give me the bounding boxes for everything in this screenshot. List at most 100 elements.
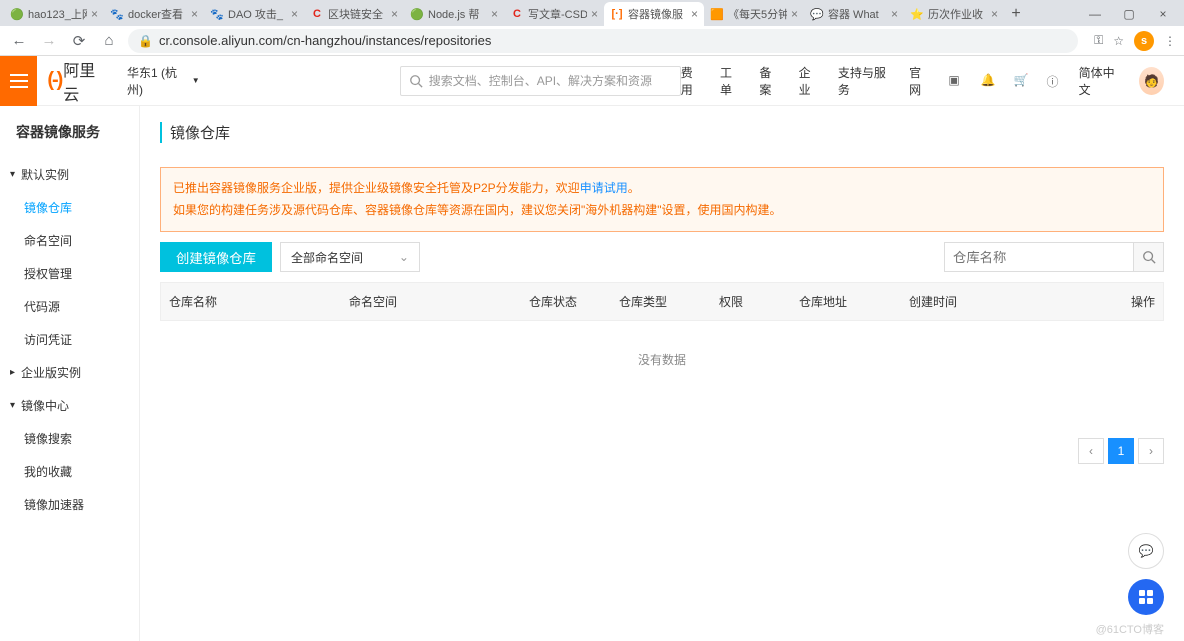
profile-badge[interactable]: s xyxy=(1134,31,1154,51)
region-label: 华东1 (杭州) xyxy=(127,64,188,98)
sidebar-group-enterprise[interactable]: ▸企业版实例 xyxy=(0,356,139,389)
browser-tab[interactable]: C区块链安全× xyxy=(304,2,404,26)
favicon: 🟢 xyxy=(410,7,424,21)
col-address: 仓库地址 xyxy=(791,283,901,320)
nav-icp[interactable]: 备案 xyxy=(759,64,780,98)
sidebar-item-namespaces[interactable]: 命名空间 xyxy=(0,224,139,257)
user-avatar[interactable]: 🧑 xyxy=(1139,67,1164,95)
browser-tab[interactable]: ⭐历次作业收× xyxy=(904,2,1004,26)
help-icon[interactable]: ⓘ xyxy=(1046,73,1060,89)
search-placeholder: 搜索文档、控制台、API、解决方案和资源 xyxy=(429,72,652,89)
window-controls: — ▢ × xyxy=(1078,2,1180,26)
apps-grid-icon xyxy=(1138,589,1154,605)
tab-close-icon[interactable]: × xyxy=(391,7,398,21)
logo-text: 阿里云 xyxy=(63,57,107,105)
favicon: 💬 xyxy=(810,7,824,21)
tab-close-icon[interactable]: × xyxy=(591,7,598,21)
sidebar-item-code-source[interactable]: 代码源 xyxy=(0,290,139,323)
browser-tab[interactable]: 🟢Node.js 帮× xyxy=(404,2,504,26)
menu-toggle-button[interactable] xyxy=(0,56,37,106)
browser-tab-active[interactable]: [·]容器镜像服× xyxy=(604,2,704,26)
global-search-input[interactable]: 搜索文档、控制台、API、解决方案和资源 xyxy=(400,66,681,96)
chat-support-button[interactable]: 💬 xyxy=(1128,533,1164,569)
forward-button[interactable]: → xyxy=(38,30,60,52)
new-tab-button[interactable]: + xyxy=(1004,2,1028,26)
tab-close-icon[interactable]: × xyxy=(91,7,98,21)
browser-tab[interactable]: 🐾 DAO 攻击_ × xyxy=(204,2,304,26)
tab-close-icon[interactable]: × xyxy=(891,7,898,21)
cloudshell-icon[interactable]: ▣ xyxy=(948,73,962,89)
back-button[interactable]: ← xyxy=(8,30,30,52)
window-minimize-icon[interactable]: — xyxy=(1078,2,1112,26)
search-icon xyxy=(1142,250,1156,264)
tab-close-icon[interactable]: × xyxy=(791,7,798,21)
notification-icon[interactable]: 🔔 xyxy=(981,73,996,89)
nav-expenses[interactable]: 费用 xyxy=(681,64,702,98)
notice-text: 已推出容器镜像服务企业版，提供企业级镜像安全托管及P2P分发能力，欢迎 xyxy=(173,181,580,195)
nav-support[interactable]: 支持与服务 xyxy=(838,64,891,98)
page-title: 镜像仓库 xyxy=(160,122,1164,143)
home-button[interactable]: ⌂ xyxy=(98,30,120,52)
page-number-button[interactable]: 1 xyxy=(1108,438,1134,464)
sidebar-item-credentials[interactable]: 访问凭证 xyxy=(0,323,139,356)
repo-name-filter-input[interactable] xyxy=(944,242,1134,272)
tab-title: docker查看 xyxy=(128,6,187,22)
star-icon[interactable]: ☆ xyxy=(1113,34,1124,48)
tab-title: 历次作业收 xyxy=(928,6,987,22)
url-input[interactable]: 🔒 cr.console.aliyun.com/cn-hangzhou/inst… xyxy=(128,29,1078,53)
toolbar: 创建镜像仓库 全部命名空间 ⌄ xyxy=(160,242,1164,272)
logo-bracket-icon: (-) xyxy=(47,69,61,92)
favicon: 🟢 xyxy=(10,7,24,21)
sidebar-group-default[interactable]: 默认实例 xyxy=(0,158,139,191)
window-maximize-icon[interactable]: ▢ xyxy=(1112,2,1146,26)
lock-icon: 🔒 xyxy=(138,34,153,48)
sidebar-item-favorites[interactable]: 我的收藏 xyxy=(0,455,139,488)
browser-tab[interactable]: 🐾docker查看× xyxy=(104,2,204,26)
notice-link[interactable]: 申请试用 xyxy=(580,181,628,195)
sidebar-item-authorization[interactable]: 授权管理 xyxy=(0,257,139,290)
tab-title: DAO 攻击_ xyxy=(228,6,287,22)
favicon: 🐾 xyxy=(210,7,224,21)
sidebar-item-accelerator[interactable]: 镜像加速器 xyxy=(0,488,139,521)
repo-table: 仓库名称 命名空间 仓库状态 仓库类型 权限 仓库地址 创建时间 操作 没有数据 xyxy=(160,282,1164,398)
tab-close-icon[interactable]: × xyxy=(991,7,998,21)
browser-tab[interactable]: C写文章-CSD× xyxy=(504,2,604,26)
sidebar-item-image-search[interactable]: 镜像搜索 xyxy=(0,422,139,455)
create-repo-button[interactable]: 创建镜像仓库 xyxy=(160,242,272,272)
region-selector[interactable]: 华东1 (杭州) ▼ xyxy=(127,64,200,98)
search-button[interactable] xyxy=(1134,242,1164,272)
nav-tickets[interactable]: 工单 xyxy=(720,64,741,98)
logo[interactable]: (-) 阿里云 xyxy=(47,57,107,105)
sidebar-group-image-center[interactable]: 镜像中心 xyxy=(0,389,139,422)
tab-title: 容器镜像服 xyxy=(628,6,687,22)
sidebar-item-repositories[interactable]: 镜像仓库 xyxy=(0,191,139,224)
cart-icon[interactable]: 🛒 xyxy=(1013,73,1028,89)
tab-close-icon[interactable]: × xyxy=(491,7,498,21)
browser-tab[interactable]: 🟢 hao123_上网 × xyxy=(4,2,104,26)
tab-close-icon[interactable]: × xyxy=(291,7,298,21)
sidebar-title: 容器镜像服务 xyxy=(0,106,139,158)
browser-tab[interactable]: 🟧《每天5分钟× xyxy=(704,2,804,26)
page-next-button[interactable]: › xyxy=(1138,438,1164,464)
chevron-down-icon: ⌄ xyxy=(399,250,409,264)
key-icon[interactable]: ⚿ xyxy=(1094,33,1103,48)
tab-title: hao123_上网 xyxy=(28,6,87,22)
chat-icon: 💬 xyxy=(1139,544,1154,558)
nav-home[interactable]: 官网 xyxy=(909,64,930,98)
language-selector[interactable]: 简体中文 xyxy=(1079,64,1122,98)
menu-icon[interactable]: ⋮ xyxy=(1164,34,1176,48)
notice-text: 。 xyxy=(628,181,640,195)
page-prev-button[interactable]: ‹ xyxy=(1078,438,1104,464)
avatar-face-icon: 🧑 xyxy=(1144,74,1159,88)
window-close-icon[interactable]: × xyxy=(1146,2,1180,26)
browser-tab-strip: 🟢 hao123_上网 × 🐾 docker查看 × 🐾 DAO 攻击_ × C区块链安全×… xyxy=(0,0,1184,26)
reload-button[interactable]: ⟳ xyxy=(68,30,90,52)
hamburger-icon xyxy=(10,74,28,88)
apps-launcher-button[interactable] xyxy=(1128,579,1164,615)
tab-close-icon[interactable]: × xyxy=(691,7,698,21)
browser-tab[interactable]: 💬容器 What× xyxy=(804,2,904,26)
nav-enterprise[interactable]: 企业 xyxy=(799,64,820,98)
tab-close-icon[interactable]: × xyxy=(191,7,198,21)
namespace-select[interactable]: 全部命名空间 ⌄ xyxy=(280,242,420,272)
sidebar-group-label: 镜像中心 xyxy=(21,397,69,414)
